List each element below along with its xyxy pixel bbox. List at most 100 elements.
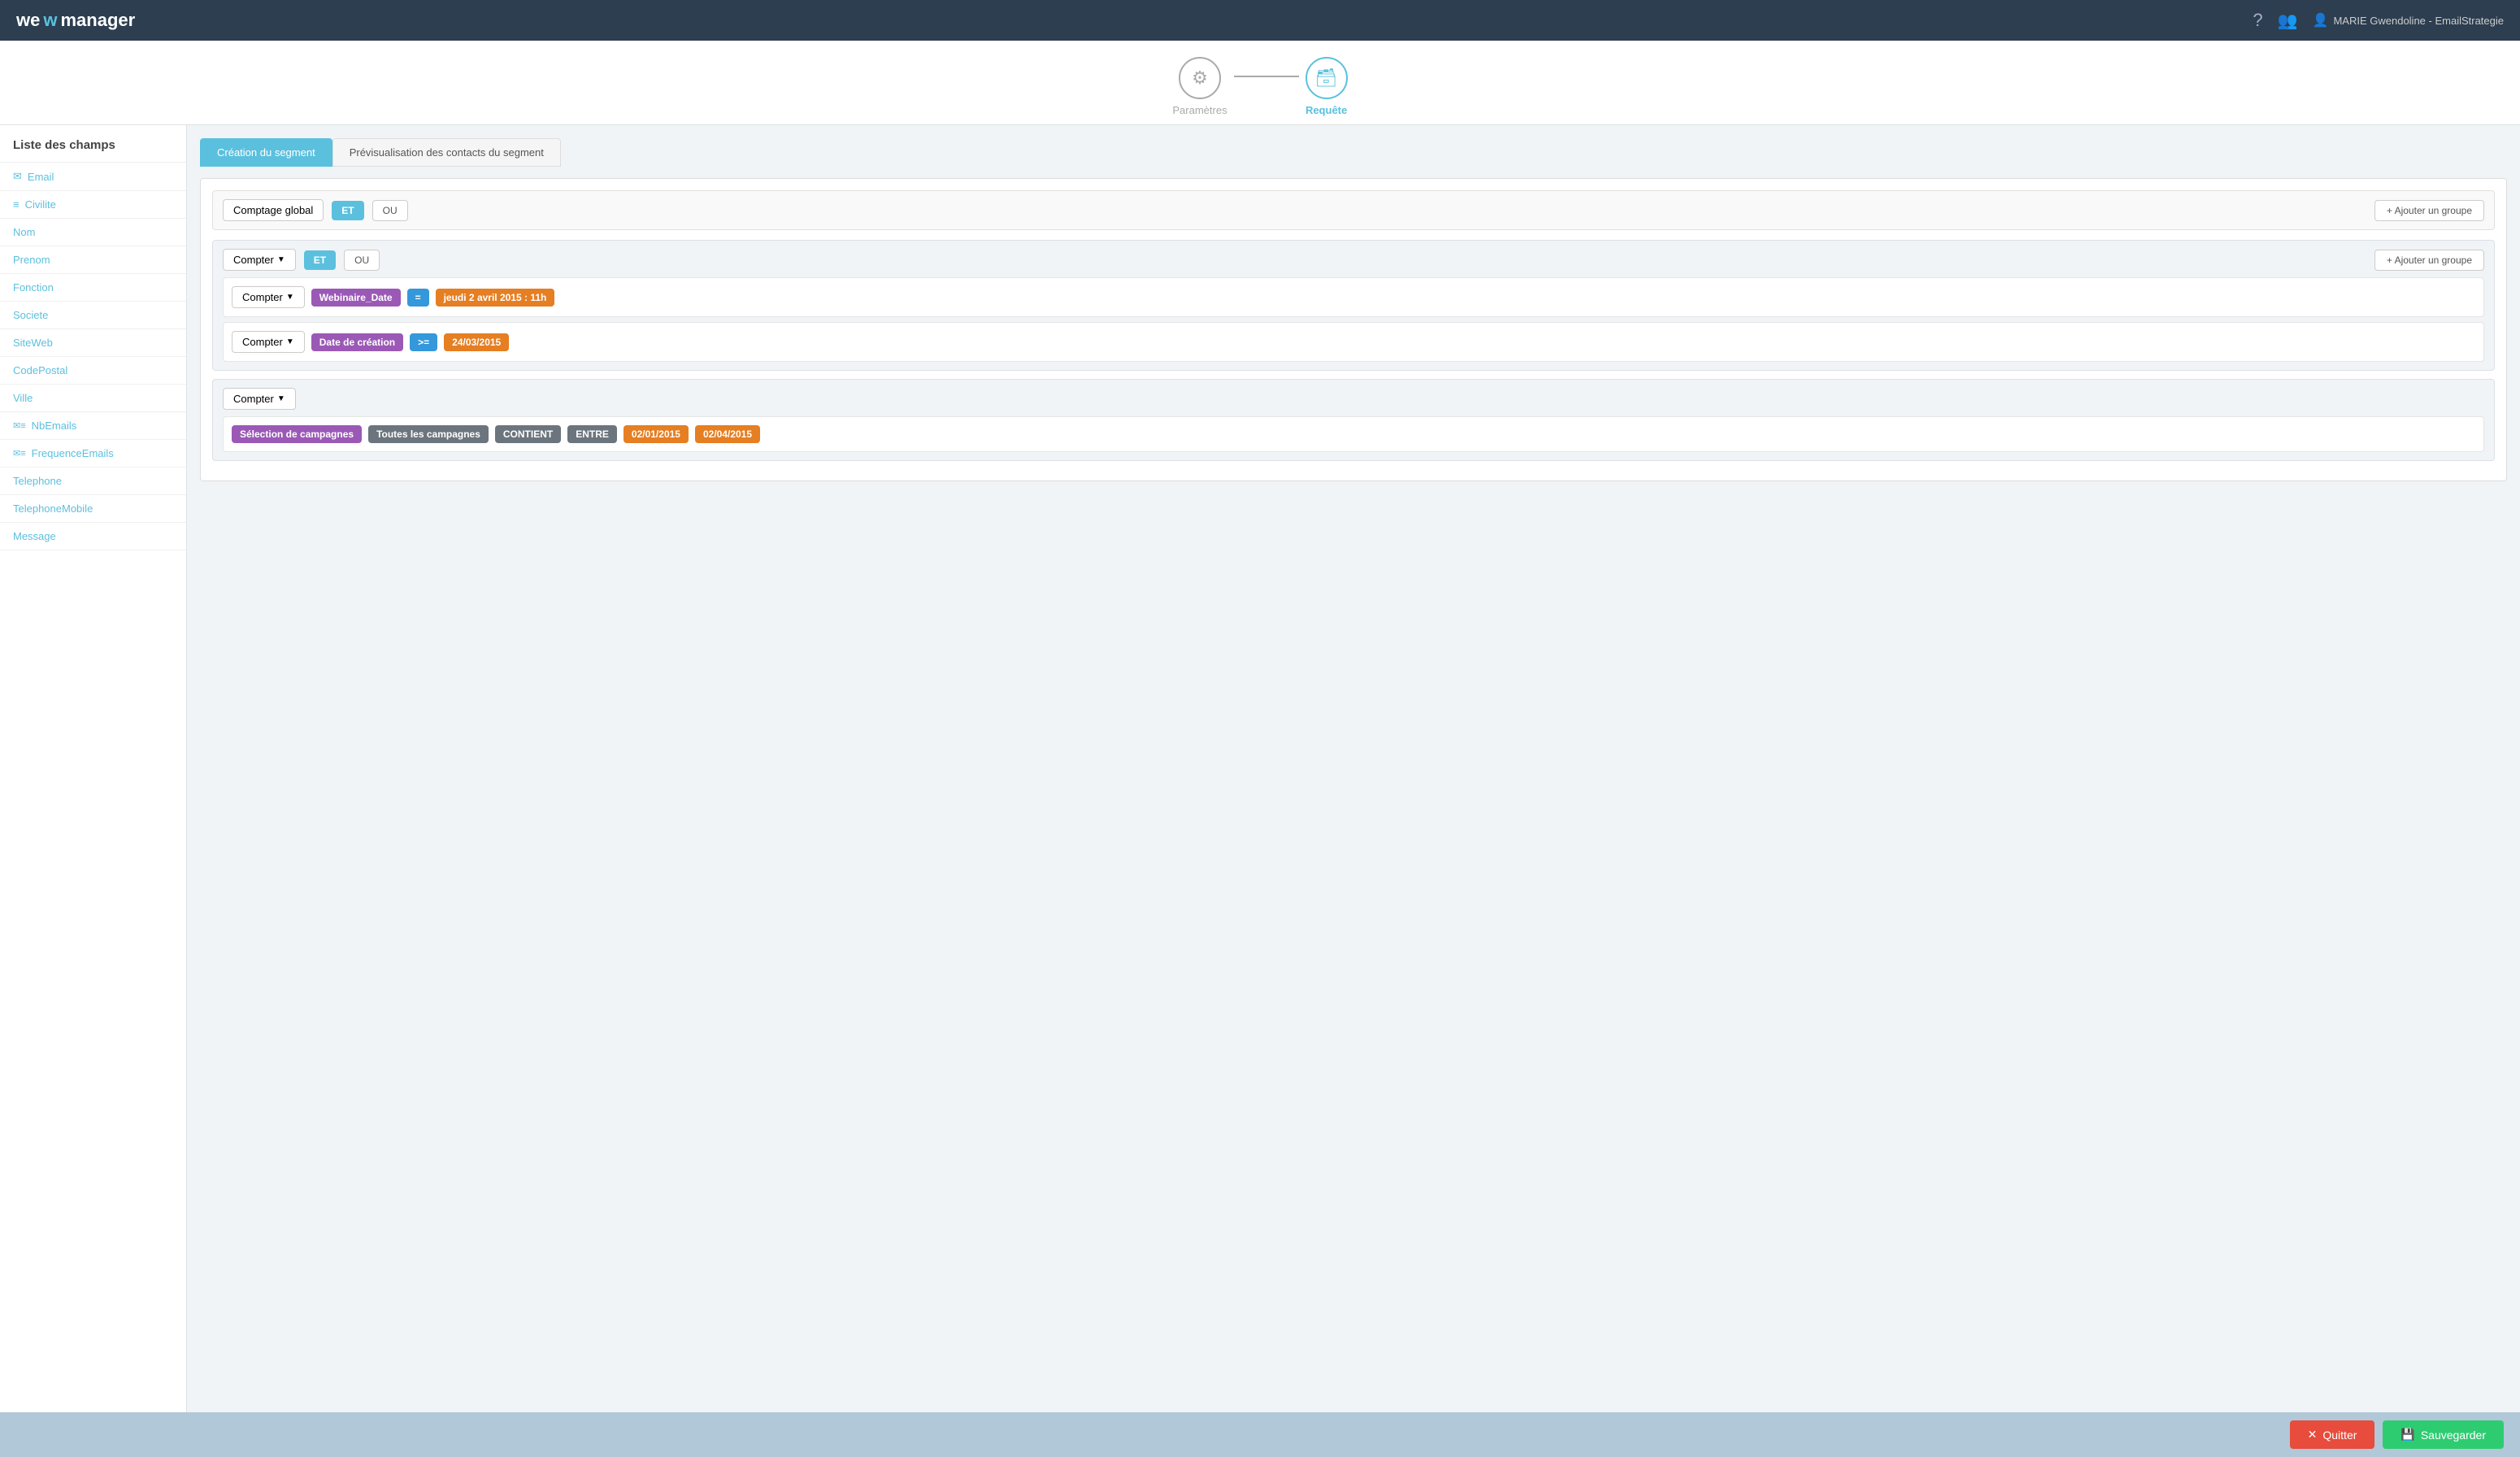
tag-webinaire-date: Webinaire_Date <box>311 289 401 307</box>
header-right: ? 👥 👤 MARIE Gwendoline - EmailStrategie <box>2253 10 2504 31</box>
sidebar-item-nom[interactable]: Nom <box>0 219 186 246</box>
quitter-icon: ✕ <box>2308 1428 2318 1442</box>
group1-condition-2: Compter ▼ Date de création >= 24/03/2015 <box>223 322 2484 362</box>
tab-bar: Création du segment Prévisualisation des… <box>200 138 2507 167</box>
nbemails-icon: ✉≡ <box>13 420 26 431</box>
wizard-steps: ⚙ Paramètres 🗃 Requête <box>0 41 2520 125</box>
footer: ✕ Quitter 💾 Sauvegarder <box>0 1412 2520 1457</box>
tag-value-date1: jeudi 2 avril 2015 : 11h <box>436 289 555 307</box>
sidebar-title: Liste des champs <box>0 138 186 163</box>
wizard-circle-parametres: ⚙ <box>1179 57 1221 99</box>
wizard-step-parametres[interactable]: ⚙ Paramètres <box>1172 57 1227 116</box>
user-profile[interactable]: 👤 MARIE Gwendoline - EmailStrategie <box>2313 12 2504 28</box>
sidebar-item-fonction[interactable]: Fonction <box>0 274 186 302</box>
sidebar-item-ville[interactable]: Ville <box>0 385 186 412</box>
tag-value-date2: 24/03/2015 <box>444 333 509 351</box>
sidebar-label-codepostal: CodePostal <box>13 364 67 376</box>
tag-operator-gte: >= <box>410 333 437 351</box>
tab-previsualisation[interactable]: Prévisualisation des contacts du segment <box>332 138 561 167</box>
group-1-header: Compter ▼ ET OU + Ajouter un groupe <box>223 249 2484 271</box>
group1-condition-1: Compter ▼ Webinaire_Date = jeudi 2 avril… <box>223 277 2484 317</box>
header: wewmanager ? 👥 👤 MARIE Gwendoline - Emai… <box>0 0 2520 41</box>
btn-ajouter-global[interactable]: + Ajouter un groupe <box>2374 200 2484 221</box>
tab-creation-segment[interactable]: Création du segment <box>200 138 332 167</box>
group-1: Compter ▼ ET OU + Ajouter un groupe Comp… <box>212 240 2495 371</box>
user-icon: 👤 <box>2313 12 2329 28</box>
sidebar-label-ville: Ville <box>13 392 33 404</box>
wizard-line <box>1234 76 1299 77</box>
sidebar-item-societe[interactable]: Societe <box>0 302 186 329</box>
tag-contient: CONTIENT <box>495 425 561 443</box>
sidebar-item-nbemails[interactable]: ✉≡ NbEmails <box>0 412 186 440</box>
wizard-circle-requete: 🗃 <box>1306 57 1348 99</box>
wizard-label-requete: Requête <box>1306 104 1347 116</box>
logo[interactable]: wewmanager <box>16 10 135 31</box>
tag-date-end: 02/04/2015 <box>695 425 760 443</box>
btn-comptage-global[interactable]: Comptage global <box>223 199 324 221</box>
sidebar-item-telephonemobile[interactable]: TelephoneMobile <box>0 495 186 523</box>
sidebar-label-telephonemobile: TelephoneMobile <box>13 502 93 515</box>
sidebar-item-telephone[interactable]: Telephone <box>0 468 186 495</box>
btn-ou-global[interactable]: OU <box>372 200 408 221</box>
users-icon[interactable]: 👥 <box>2278 11 2298 31</box>
tag-operator-eq: = <box>407 289 429 307</box>
civilite-icon: ≡ <box>13 198 20 211</box>
caret-icon: ▼ <box>277 255 285 264</box>
btn-compter-group1[interactable]: Compter ▼ <box>223 249 296 271</box>
sidebar-label-fonction: Fonction <box>13 281 54 294</box>
help-icon[interactable]: ? <box>2253 10 2262 31</box>
sidebar-item-siteweb[interactable]: SiteWeb <box>0 329 186 357</box>
sidebar-item-email[interactable]: ✉ Email <box>0 163 186 191</box>
sauvegarder-label: Sauvegarder <box>2421 1429 2486 1442</box>
sidebar-item-message[interactable]: Message <box>0 523 186 550</box>
caret-icon-cond1: ▼ <box>286 293 294 302</box>
group-2-header: Compter ▼ <box>223 388 2484 410</box>
user-name: MARIE Gwendoline - EmailStrategie <box>2333 15 2504 27</box>
tag-selection-campagnes: Sélection de campagnes <box>232 425 362 443</box>
btn-compter-cond1[interactable]: Compter ▼ <box>232 286 305 308</box>
btn-ou-group1[interactable]: OU <box>344 250 380 271</box>
btn-quitter[interactable]: ✕ Quitter <box>2290 1420 2375 1449</box>
tag-date-creation: Date de création <box>311 333 403 351</box>
wizard-label-parametres: Paramètres <box>1172 104 1227 116</box>
btn-compter-cond2[interactable]: Compter ▼ <box>232 331 305 353</box>
condition-row-1: Compter ▼ Webinaire_Date = jeudi 2 avril… <box>232 286 2475 308</box>
group2-condition-1: Sélection de campagnes Toutes les campag… <box>223 416 2484 452</box>
condition-row-2: Compter ▼ Date de création >= 24/03/2015 <box>232 331 2475 353</box>
sidebar-label-societe: Societe <box>13 309 48 321</box>
sidebar-label-telephone: Telephone <box>13 475 62 487</box>
logo-manager: manager <box>60 10 135 31</box>
btn-sauvegarder[interactable]: 💾 Sauvegarder <box>2383 1420 2504 1449</box>
logo-we: we <box>16 10 40 31</box>
tag-date-start: 02/01/2015 <box>623 425 689 443</box>
btn-et-global[interactable]: ET <box>332 201 363 220</box>
sidebar-item-prenom[interactable]: Prenom <box>0 246 186 274</box>
sidebar: Liste des champs ✉ Email ≡ Civilite Nom … <box>0 125 187 1412</box>
sidebar-label-nom: Nom <box>13 226 35 238</box>
sidebar-label-message: Message <box>13 530 56 542</box>
global-row: Comptage global ET OU + Ajouter un group… <box>212 190 2495 230</box>
wizard-step-requete[interactable]: 🗃 Requête <box>1306 57 1348 116</box>
btn-ajouter-group1[interactable]: + Ajouter un groupe <box>2374 250 2484 271</box>
tag-toutes-campagnes: Toutes les campagnes <box>368 425 489 443</box>
btn-et-group1[interactable]: ET <box>304 250 336 270</box>
content-area: Création du segment Prévisualisation des… <box>187 125 2520 1412</box>
sidebar-label-frequenceemails: FrequenceEmails <box>32 447 114 459</box>
sidebar-item-frequenceemails[interactable]: ✉≡ FrequenceEmails <box>0 440 186 468</box>
sidebar-label-prenom: Prenom <box>13 254 50 266</box>
main-content: Liste des champs ✉ Email ≡ Civilite Nom … <box>0 125 2520 1412</box>
caret-icon-cond2: ▼ <box>286 337 294 346</box>
sidebar-item-codepostal[interactable]: CodePostal <box>0 357 186 385</box>
btn-compter-group2[interactable]: Compter ▼ <box>223 388 296 410</box>
group-2: Compter ▼ Sélection de campagnes Toutes … <box>212 379 2495 461</box>
caret-icon-group2: ▼ <box>277 394 285 403</box>
sidebar-item-civilite[interactable]: ≡ Civilite <box>0 191 186 219</box>
logo-w: w <box>43 10 57 31</box>
condition-row-3: Sélection de campagnes Toutes les campag… <box>232 425 2475 443</box>
sidebar-label-email: Email <box>28 171 54 183</box>
sidebar-label-civilite: Civilite <box>25 198 56 211</box>
quitter-label: Quitter <box>2322 1429 2357 1442</box>
sidebar-label-nbemails: NbEmails <box>32 420 77 432</box>
segment-builder: Comptage global ET OU + Ajouter un group… <box>200 178 2507 481</box>
email-icon: ✉ <box>13 170 22 183</box>
